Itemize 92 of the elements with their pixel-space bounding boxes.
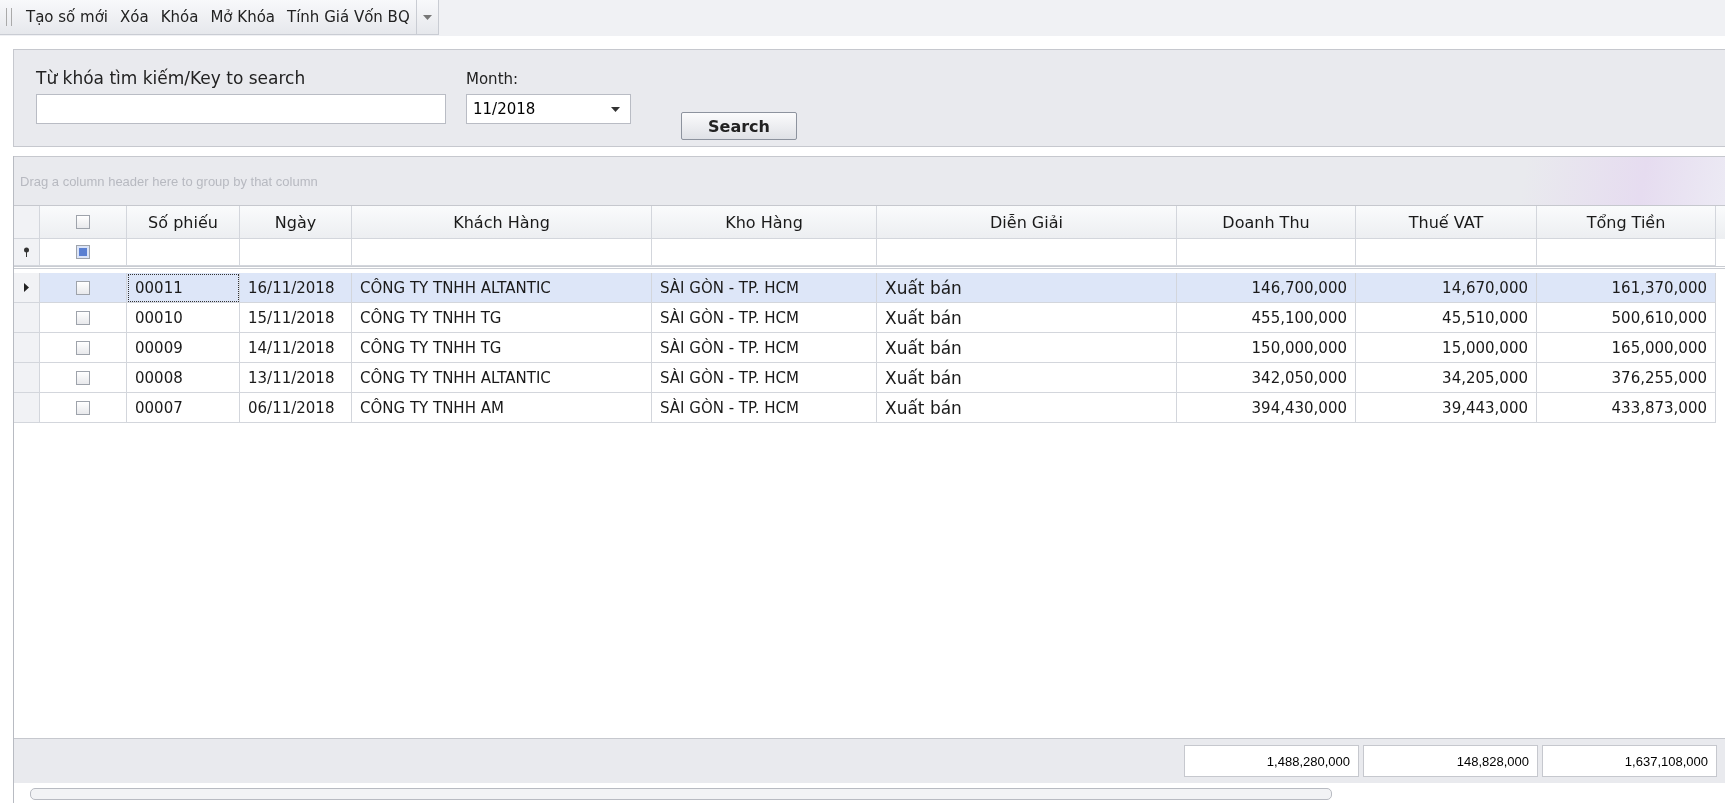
month-label: Month: <box>466 69 520 88</box>
month-dropdown[interactable]: 11/2018 <box>466 94 631 124</box>
table-cell: 376,255,000 <box>1537 363 1716 393</box>
table-cell: Xuất bán <box>877 363 1177 393</box>
caret-icon <box>611 106 620 112</box>
toolbar-button[interactable]: Tính Giá Vốn BQ <box>281 6 416 28</box>
toolbar-button[interactable]: Mở Khóa <box>204 6 281 28</box>
table-cell: 34,205,000 <box>1356 363 1537 393</box>
filter-cell[interactable] <box>240 239 352 266</box>
table-cell: Xuất bán <box>877 393 1177 423</box>
table-cell: 00009 <box>127 333 240 363</box>
filter-cell[interactable] <box>877 239 1177 266</box>
table-cell: 150,000,000 <box>1177 333 1356 363</box>
table-cell: 15/11/2018 <box>240 303 352 333</box>
table-cell: CÔNG TY TNHH TG <box>352 333 652 363</box>
column-header[interactable]: Thuế VAT <box>1356 206 1537 239</box>
table-cell: 146,700,000 <box>1177 273 1356 303</box>
checkbox[interactable] <box>76 340 90 355</box>
table-cell: 00011 <box>127 273 240 303</box>
table-cell: 342,050,000 <box>1177 363 1356 393</box>
table-row[interactable]: 00007 06/11/2018 CÔNG TY TNHH AM SÀI GÒN - TP. HCM Xuất bán 394,430,000 39,443,000 433,873,000 <box>14 393 1725 423</box>
table-cell: Xuất bán <box>877 333 1177 363</box>
row-indicator-cell[interactable] <box>14 393 40 423</box>
column-header[interactable]: Diễn Giải <box>877 206 1177 239</box>
toolbar-button[interactable]: Xóa <box>114 6 155 28</box>
column-header[interactable]: Doanh Thu <box>1177 206 1356 239</box>
table-cell: 433,873,000 <box>1537 393 1716 423</box>
table-row[interactable]: 00008 13/11/2018 CÔNG TY TNHH ALTANTIC SÀI GÒN - TP. HCM Xuất bán 342,050,000 34,205,000 376,255,000 <box>14 363 1725 393</box>
toolbar-button[interactable]: Khóa <box>154 6 205 28</box>
filter-cell[interactable] <box>652 239 877 266</box>
column-header[interactable]: Số phiếu <box>127 206 240 239</box>
checkbox[interactable] <box>76 310 90 325</box>
row-indicator-cell[interactable] <box>14 273 40 303</box>
table-cell: 14,670,000 <box>1356 273 1537 303</box>
table-cell: 455,100,000 <box>1177 303 1356 333</box>
table-cell: 161,370,000 <box>1537 273 1716 303</box>
total-cell: 148,828,000 <box>1363 745 1538 777</box>
keyword-label: Từ khóa tìm kiếm/Key to search <box>36 68 307 88</box>
total-cell: 1,488,280,000 <box>1184 745 1359 777</box>
table-cell: 45,510,000 <box>1356 303 1537 333</box>
filter-cell[interactable] <box>127 239 240 266</box>
table-cell: 14/11/2018 <box>240 333 352 363</box>
table-row[interactable]: 00011 16/11/2018 CÔNG TY TNHH ALTANTIC SÀI GÒN - TP. HCM Xuất bán 146,700,000 14,670,000 161,370,000 <box>14 273 1725 303</box>
row-indicator-cell[interactable] <box>14 333 40 363</box>
table-cell: 06/11/2018 <box>240 393 352 423</box>
table-cell: Xuất bán <box>877 303 1177 333</box>
table-cell: Xuất bán <box>877 273 1177 303</box>
table-cell: SÀI GÒN - TP. HCM <box>652 273 877 303</box>
table-cell: SÀI GÒN - TP. HCM <box>652 303 877 333</box>
toolbar-button[interactable]: Tạo số mới <box>20 6 115 28</box>
table-cell: 394,430,000 <box>1177 393 1356 423</box>
checkbox[interactable] <box>76 215 90 229</box>
search-button[interactable]: Search <box>681 112 797 140</box>
row-indicator-cell[interactable] <box>14 363 40 393</box>
toolbar-grip-icon[interactable] <box>6 8 12 26</box>
table-cell: SÀI GÒN - TP. HCM <box>652 393 877 423</box>
table-cell: 00010 <box>127 303 240 333</box>
table-cell: 00007 <box>127 393 240 423</box>
checkbox[interactable] <box>76 400 90 415</box>
table-cell: 165,000,000 <box>1537 333 1716 363</box>
filter-pin-icon <box>23 247 30 257</box>
table-cell: CÔNG TY TNHH ALTANTIC <box>352 273 652 303</box>
table-cell: SÀI GÒN - TP. HCM <box>652 363 877 393</box>
keyword-input[interactable] <box>36 94 446 124</box>
horizontal-scrollbar[interactable] <box>30 788 1332 800</box>
table-cell: CÔNG TY TNHH TG <box>352 303 652 333</box>
row-indicator-cell[interactable] <box>14 303 40 333</box>
table-cell: 39,443,000 <box>1356 393 1537 423</box>
filter-cell[interactable] <box>1356 239 1537 266</box>
total-cell: 1,637,108,000 <box>1542 745 1717 777</box>
checkbox[interactable] <box>76 280 90 295</box>
table-cell: CÔNG TY TNHH AM <box>352 393 652 423</box>
caret-icon <box>422 14 432 20</box>
table-row[interactable]: 00010 15/11/2018 CÔNG TY TNHH TG SÀI GÒN - TP. HCM Xuất bán 455,100,000 45,510,000 500,610,000 <box>14 303 1725 333</box>
checkbox[interactable] <box>76 245 90 259</box>
column-header[interactable]: Khách Hàng <box>352 206 652 239</box>
table-cell: 13/11/2018 <box>240 363 352 393</box>
table-cell: 15,000,000 <box>1356 333 1537 363</box>
table-cell: 500,610,000 <box>1537 303 1716 333</box>
column-header[interactable]: Tổng Tiền <box>1537 206 1716 239</box>
filter-cell[interactable] <box>1177 239 1356 266</box>
filter-cell[interactable] <box>352 239 652 266</box>
table-row[interactable]: 00009 14/11/2018 CÔNG TY TNHH TG SÀI GÒN - TP. HCM Xuất bán 150,000,000 15,000,000 165,000,000 <box>14 333 1725 363</box>
table-cell: SÀI GÒN - TP. HCM <box>652 333 877 363</box>
table-cell: CÔNG TY TNHH ALTANTIC <box>352 363 652 393</box>
column-header[interactable]: Ngày <box>240 206 352 239</box>
table-cell: 16/11/2018 <box>240 273 352 303</box>
row-indicator-icon <box>24 283 29 292</box>
filter-cell[interactable] <box>1537 239 1716 266</box>
checkbox[interactable] <box>76 370 90 385</box>
table-cell: 00008 <box>127 363 240 393</box>
column-header[interactable]: Kho Hàng <box>652 206 877 239</box>
